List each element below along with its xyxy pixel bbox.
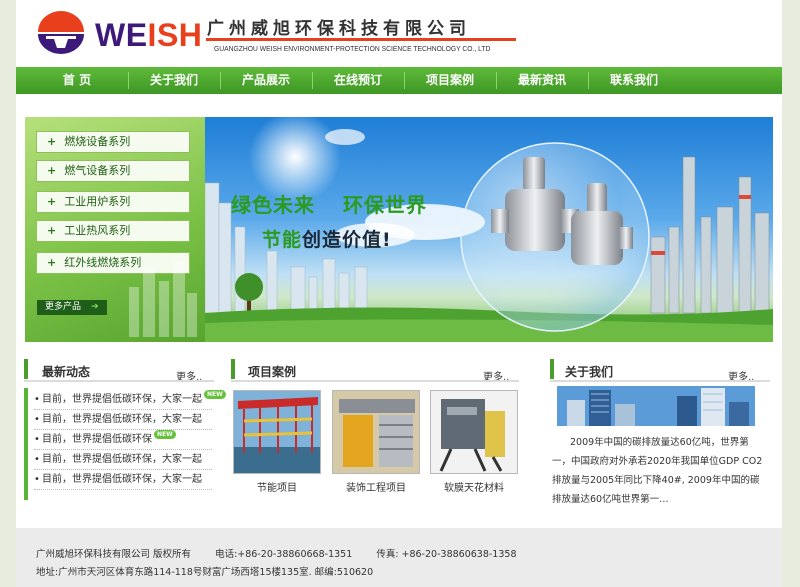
category-item[interactable]: + 燃烧设备系列 bbox=[36, 131, 190, 153]
project-thumb-decoration[interactable] bbox=[332, 390, 420, 474]
project-energy-image bbox=[234, 391, 320, 473]
nav-item-cases[interactable]: 项目案例 bbox=[404, 67, 496, 94]
new-badge-icon: NEW bbox=[154, 430, 176, 439]
weish-logo-icon[interactable] bbox=[36, 10, 86, 54]
projects-title: 项目案例 bbox=[248, 365, 297, 379]
about-summary: 2009年中国的碳排放量达60亿吨，世界第一，中国政府对外承若2020年我国单位… bbox=[552, 437, 763, 505]
nav-item-products[interactable]: 产品展示 bbox=[220, 67, 312, 94]
footer-phone: 电话:+86-20-38860668-1351 bbox=[215, 549, 353, 560]
page: WEISH 广州威旭环保科技有限公司 GUANGZHOU WEISH ENVIR… bbox=[16, 0, 782, 587]
banner-slogan-line1: 绿色未来 环保世界 bbox=[231, 193, 427, 217]
news-item[interactable]: 目前，世界提倡低碳环保，大家一起 bbox=[34, 450, 212, 470]
plus-icon: + bbox=[47, 195, 57, 208]
banner-image: 绿色未来 环保世界 节能创造价值! bbox=[205, 117, 773, 342]
footer-copyright: 广州威旭环保科技有限公司 版权所有 bbox=[36, 549, 192, 560]
company-name-en: GUANGZHOU WEISH ENVIRONMENT-PROTECTION S… bbox=[214, 44, 491, 53]
company-name-cn: 广州威旭环保科技有限公司 bbox=[207, 19, 471, 39]
footer-contact-line: 广州威旭环保科技有限公司 版权所有 电话:+86-20-38860668-135… bbox=[36, 546, 516, 560]
main-nav: 首 页 关于我们 产品展示 在线预订 项目案例 最新资讯 联系我们 bbox=[16, 67, 782, 94]
about-title: 关于我们 bbox=[565, 365, 614, 379]
logo-wordmark[interactable]: WEISH bbox=[95, 17, 202, 54]
category-item[interactable]: + 工业用炉系列 bbox=[36, 191, 190, 213]
arrow-right-icon: ➔ bbox=[91, 302, 99, 312]
news-edge-accent bbox=[24, 388, 28, 500]
project-thumb-ceiling[interactable] bbox=[430, 390, 518, 474]
nav-item-news[interactable]: 最新资讯 bbox=[496, 67, 588, 94]
about-title-underline bbox=[550, 380, 770, 382]
project-decoration-image bbox=[333, 391, 419, 473]
project-ceiling-image bbox=[431, 391, 517, 473]
banner-slogan-line2: 节能创造价值! bbox=[262, 229, 392, 251]
nav-item-booking[interactable]: 在线预订 bbox=[312, 67, 404, 94]
about-title-bar bbox=[550, 359, 554, 379]
city-silhouette-icon bbox=[129, 261, 197, 337]
project-thumb-energy[interactable] bbox=[233, 390, 321, 474]
category-item[interactable]: + 工业热风系列 bbox=[36, 220, 190, 242]
category-item[interactable]: + 燃气设备系列 bbox=[36, 160, 190, 182]
news-item[interactable]: 目前，世界提倡低碳环保NEW bbox=[34, 430, 212, 450]
nav-item-home[interactable]: 首 页 bbox=[16, 67, 128, 94]
plus-icon: + bbox=[47, 256, 57, 269]
footer: 广州威旭环保科技有限公司 版权所有 电话:+86-20-38860668-135… bbox=[16, 528, 782, 587]
about-image bbox=[557, 386, 755, 426]
news-item[interactable]: 目前，世界提倡低碳环保，大家一起 bbox=[34, 470, 212, 490]
project-caption[interactable]: 装饰工程项目 bbox=[332, 479, 420, 494]
projects-title-underline bbox=[231, 380, 519, 382]
news-item[interactable]: 目前，世界提倡低碳环保，大家一起 bbox=[34, 410, 212, 430]
news-item[interactable]: 目前，世界提倡低碳环保，大家一起NEW bbox=[34, 390, 226, 410]
header: WEISH 广州威旭环保科技有限公司 GUANGZHOU WEISH ENVIR… bbox=[16, 0, 782, 66]
header-divider bbox=[206, 38, 516, 41]
news-list: 目前，世界提倡低碳环保，大家一起NEW 目前，世界提倡低碳环保，大家一起 目前，… bbox=[34, 390, 226, 490]
news-title-underline bbox=[24, 380, 214, 382]
product-category-menu: + 燃烧设备系列 + 燃气设备系列 + 工业用炉系列 + 工业热风系列 + 红外线燃烧系列… bbox=[25, 117, 205, 342]
nav-item-contact[interactable]: 联系我们 bbox=[588, 67, 680, 94]
projects-title-bar bbox=[231, 359, 235, 379]
project-caption[interactable]: 软膜天花材料 bbox=[430, 479, 518, 494]
nav-item-about[interactable]: 关于我们 bbox=[128, 67, 220, 94]
footer-fax: 传真: +86-20-38860638-1358 bbox=[376, 549, 517, 560]
plus-icon: + bbox=[47, 135, 57, 148]
plus-icon: + bbox=[47, 224, 57, 237]
footer-address: 地址:广州市天河区体育东路114-118号财富广场西塔15楼135室. 邮编:5… bbox=[36, 567, 374, 578]
more-products-button[interactable]: 更多产品 ➔ bbox=[37, 300, 107, 315]
news-title: 最新动态 bbox=[42, 365, 91, 379]
about-buildings-image bbox=[557, 386, 755, 426]
banner: + 燃烧设备系列 + 燃气设备系列 + 工业用炉系列 + 工业热风系列 + 红外线燃烧系列… bbox=[25, 117, 773, 342]
news-title-bar bbox=[24, 359, 28, 379]
project-caption[interactable]: 节能项目 bbox=[233, 479, 321, 494]
plus-icon: + bbox=[47, 164, 57, 177]
new-badge-icon: NEW bbox=[204, 390, 226, 399]
